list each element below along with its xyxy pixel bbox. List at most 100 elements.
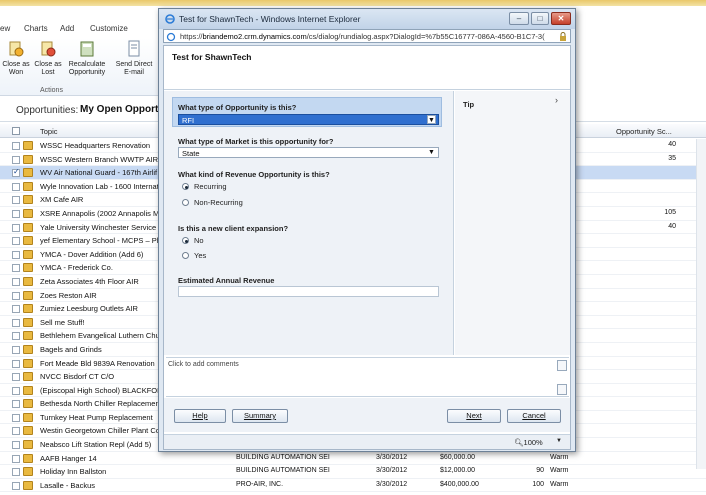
opportunity-icon bbox=[23, 317, 33, 327]
row-checkbox[interactable] bbox=[12, 155, 20, 164]
row-checkbox[interactable] bbox=[12, 359, 20, 368]
row-topic[interactable]: WV Air National Guard - 167th Airlif bbox=[40, 168, 157, 177]
ribbon: Close as Won Close as Lost Recalculate Oppo… bbox=[0, 38, 158, 96]
opportunity-icon bbox=[23, 440, 33, 450]
opportunity-type-select[interactable]: RFI ▼ bbox=[178, 114, 439, 125]
chevron-right-icon[interactable]: › bbox=[555, 95, 558, 105]
table-row[interactable]: AAFB Hanger 14 BUILDING AUTOMATION SEI 3/3… bbox=[0, 452, 706, 466]
comments-box[interactable]: Click to add comments bbox=[166, 357, 569, 397]
row-topic[interactable]: Zoes Reston AIR bbox=[40, 291, 97, 300]
row-topic[interactable]: Lasalle - Backus bbox=[40, 481, 95, 490]
row-topic[interactable]: Zumiez Leesburg Outlets AIR bbox=[40, 304, 138, 313]
row-checkbox[interactable] bbox=[12, 264, 20, 273]
row-checkbox[interactable] bbox=[12, 277, 20, 286]
close-as-lost-button[interactable]: Close as Lost bbox=[28, 40, 68, 77]
cancel-button[interactable]: Cancel bbox=[507, 409, 561, 423]
row-checkbox[interactable] bbox=[12, 373, 20, 382]
row-checkbox[interactable] bbox=[12, 237, 20, 246]
column-header-topic[interactable]: Topic bbox=[40, 127, 58, 136]
row-checkbox[interactable] bbox=[12, 386, 20, 395]
row-checkbox[interactable] bbox=[12, 318, 20, 327]
table-row[interactable]: Holiday Inn Ballston BUILDING AUTOMATION … bbox=[0, 465, 706, 479]
row-topic[interactable]: Fort Meade Bld 9839A Renovation bbox=[40, 359, 155, 368]
row-checkbox[interactable] bbox=[12, 441, 20, 450]
opportunity-icon bbox=[23, 372, 33, 382]
row-checkbox[interactable] bbox=[12, 142, 20, 150]
row-rating: Warm bbox=[550, 467, 569, 475]
row-topic[interactable]: Sell me Stuff! bbox=[40, 318, 84, 327]
annual-revenue-input[interactable] bbox=[178, 286, 439, 297]
row-checkbox[interactable] bbox=[12, 332, 20, 341]
row-topic[interactable]: Wyle Innovation Lab - 1600 Internat bbox=[40, 182, 159, 191]
row-checkbox[interactable] bbox=[12, 413, 20, 422]
row-checkbox[interactable] bbox=[12, 468, 20, 477]
ribbon-tab-add[interactable]: Add bbox=[60, 24, 74, 33]
row-topic[interactable]: WSSC Western Branch WWTP AIR bbox=[40, 155, 158, 164]
row-account[interactable]: BUILDING AUTOMATION SEI bbox=[236, 467, 330, 474]
next-button[interactable]: Next bbox=[447, 409, 501, 423]
row-topic[interactable]: AAFB Hanger 14 bbox=[40, 454, 97, 463]
row-checkbox[interactable] bbox=[12, 427, 20, 436]
address-bar[interactable]: https://briandemo2.crm.dynamics.com/cs/d… bbox=[163, 29, 571, 43]
ribbon-tab-view[interactable]: ew bbox=[0, 24, 10, 33]
ribbon-tab-charts[interactable]: Charts bbox=[24, 24, 48, 33]
row-checkbox[interactable] bbox=[12, 209, 20, 218]
maximize-button[interactable]: □ bbox=[531, 12, 549, 25]
row-checkbox[interactable] bbox=[12, 291, 20, 300]
row-topic[interactable]: Turnkey Heat Pump Replacement bbox=[40, 413, 153, 422]
row-topic[interactable]: Bagels and Grinds bbox=[40, 345, 102, 354]
row-checkbox[interactable] bbox=[12, 305, 20, 314]
minimize-button[interactable]: – bbox=[509, 12, 529, 25]
row-topic[interactable]: NVCC Bisdorf CT C/O bbox=[40, 372, 114, 381]
row-topic[interactable]: Westin Georgetown Chiller Plant Co bbox=[40, 426, 160, 435]
row-checkbox[interactable] bbox=[12, 167, 20, 178]
tip-label: Tip bbox=[463, 100, 475, 109]
grid-scrollbar[interactable] bbox=[696, 139, 706, 469]
row-topic[interactable]: Holiday Inn Ballston bbox=[40, 467, 106, 476]
market-type-select[interactable]: State ▼ bbox=[178, 147, 439, 158]
window-titlebar[interactable]: Test for ShawnTech - Windows Internet Ex… bbox=[159, 9, 575, 29]
opportunity-icon bbox=[23, 195, 33, 205]
comments-scroll-up[interactable] bbox=[557, 360, 567, 371]
row-topic[interactable]: Zeta Associates 4th Floor AIR bbox=[40, 277, 139, 286]
send-direct-email-button[interactable]: Send Direct E-mail bbox=[112, 40, 156, 77]
row-topic[interactable]: YMCA - Frederick Co. bbox=[40, 263, 113, 272]
row-checkbox[interactable] bbox=[12, 454, 20, 463]
tip-panel: Tip › bbox=[455, 91, 570, 355]
row-checkbox[interactable] bbox=[12, 182, 20, 191]
row-checkbox[interactable] bbox=[12, 345, 20, 354]
row-checkbox[interactable] bbox=[12, 223, 20, 232]
opportunity-icon bbox=[23, 290, 33, 300]
help-button[interactable]: Help bbox=[174, 409, 226, 423]
row-checkbox[interactable] bbox=[12, 250, 20, 259]
row-topic[interactable]: XSRE Annapolis (2002 Annapolis Ma bbox=[40, 209, 163, 218]
opportunity-icon bbox=[23, 249, 33, 259]
view-selector[interactable]: My Open Opportu bbox=[80, 104, 164, 115]
row-checkbox[interactable] bbox=[12, 196, 20, 205]
row-topic[interactable]: Yale University Winchester Service B bbox=[40, 223, 163, 232]
comments-scroll-down[interactable] bbox=[557, 384, 567, 395]
ribbon-tab-customize[interactable]: Customize bbox=[90, 24, 128, 33]
row-topic[interactable]: YMCA - Dover Addition (Add 6) bbox=[40, 250, 143, 259]
opportunity-icon bbox=[23, 399, 33, 409]
opportunity-icon bbox=[23, 236, 33, 246]
zoom-level[interactable]: 🔍︎100% bbox=[514, 438, 543, 447]
select-all-checkbox[interactable] bbox=[12, 127, 20, 135]
row-topic[interactable]: Neabsco Lift Station Repl (Add 5) bbox=[40, 440, 151, 449]
row-topic[interactable]: WSSC Headquarters Renovation bbox=[40, 141, 150, 150]
row-checkbox[interactable] bbox=[12, 481, 20, 490]
recalculate-opportunity-button[interactable]: Recalculate Opportunity bbox=[65, 40, 109, 77]
row-checkbox[interactable] bbox=[12, 400, 20, 409]
row-topic[interactable]: (Episcopal High School) BLACKFORD bbox=[40, 386, 168, 395]
row-topic[interactable]: Bethlehem Evangelical Luthern Chu bbox=[40, 331, 160, 340]
row-account[interactable]: PRO-AIR, INC. bbox=[236, 481, 283, 488]
row-topic[interactable]: XM Cafe AIR bbox=[40, 195, 83, 204]
column-header-score[interactable]: Opportunity Sc... bbox=[616, 127, 672, 136]
row-account[interactable]: BUILDING AUTOMATION SEI bbox=[236, 454, 330, 461]
table-row[interactable]: Lasalle - Backus PRO-AIR, INC. 3/30/2012 $4… bbox=[0, 479, 706, 493]
row-topic[interactable]: Bethesda North Chiller Replacemen bbox=[40, 399, 160, 408]
zoom-chevron-down-icon[interactable]: ▼ bbox=[556, 438, 562, 444]
summary-button[interactable]: Summary bbox=[232, 409, 288, 423]
row-topic[interactable]: yef Elementary School - MCPS – Pha bbox=[40, 236, 165, 245]
close-window-button[interactable]: ✕ bbox=[551, 12, 571, 25]
